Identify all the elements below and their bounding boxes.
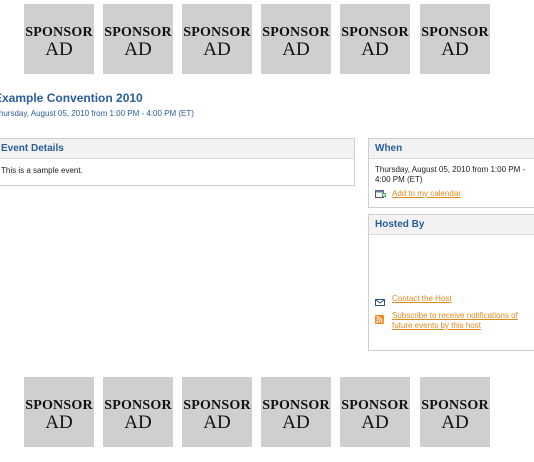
sponsor-ad[interactable]: SPONSOR AD: [24, 4, 94, 74]
sponsor-ad[interactable]: SPONSOR AD: [182, 4, 252, 74]
when-header: When: [369, 139, 534, 159]
sponsor-ad[interactable]: SPONSOR AD: [340, 4, 410, 74]
sponsor-ad-line1: SPONSOR: [104, 398, 172, 413]
sponsor-ad-line2: AD: [124, 412, 152, 433]
sponsor-ad-line2: AD: [282, 412, 310, 433]
sponsor-ad-line1: SPONSOR: [421, 25, 489, 40]
contact-host-link[interactable]: Contact the Host: [392, 294, 452, 304]
add-to-calendar-link[interactable]: Add to my calendar: [392, 189, 461, 199]
sponsor-ad-line1: SPONSOR: [183, 25, 251, 40]
sponsor-ad[interactable]: SPONSOR AD: [420, 4, 490, 74]
sponsor-ad[interactable]: SPONSOR AD: [103, 377, 173, 447]
sponsor-ad-line1: SPONSOR: [341, 398, 409, 413]
sponsor-ad-line1: SPONSOR: [421, 398, 489, 413]
sponsor-ad-line2: AD: [441, 39, 469, 60]
hosted-by-header: Hosted By: [369, 215, 534, 235]
event-title: Example Convention 2010: [0, 91, 143, 105]
sponsor-ad-line2: AD: [45, 39, 73, 60]
sponsor-ad[interactable]: SPONSOR AD: [261, 4, 331, 74]
rss-icon[interactable]: [375, 311, 386, 324]
sponsor-ad-line2: AD: [124, 39, 152, 60]
calendar-add-icon[interactable]: [375, 189, 386, 198]
bottom-sponsor-row: SPONSOR AD SPONSOR AD SPONSOR AD SPONSOR AD …: [0, 377, 534, 447]
sponsor-ad[interactable]: SPONSOR AD: [24, 377, 94, 447]
when-date-line2: 4:00 PM (ET): [375, 175, 423, 184]
top-sponsor-row: SPONSOR AD SPONSOR AD SPONSOR AD SPONSOR AD …: [0, 4, 534, 74]
sponsor-ad-line2: AD: [45, 412, 73, 433]
sponsor-ad-line1: SPONSOR: [25, 398, 93, 413]
event-date: Thursday, August 05, 2010 from 1:00 PM -…: [0, 109, 194, 118]
sponsor-ad-line2: AD: [282, 39, 310, 60]
subscribe-line1: Subscribe to receive notifications of: [392, 311, 518, 320]
sponsor-ad[interactable]: SPONSOR AD: [103, 4, 173, 74]
sponsor-ad-line2: AD: [203, 39, 231, 60]
sponsor-ad-line1: SPONSOR: [341, 25, 409, 40]
event-details-panel: Event Details This is a sample event.: [0, 138, 355, 186]
sponsor-ad-line2: AD: [361, 412, 389, 433]
sponsor-ad-line2: AD: [441, 412, 469, 433]
hosted-by-panel: Hosted By Contact the Host Subscribe to …: [368, 214, 534, 351]
subscribe-line2: future events by this host: [392, 321, 481, 330]
sponsor-ad-line2: AD: [203, 412, 231, 433]
sponsor-ad[interactable]: SPONSOR AD: [340, 377, 410, 447]
sponsor-ad-line1: SPONSOR: [183, 398, 251, 413]
sponsor-ad-line1: SPONSOR: [25, 25, 93, 40]
event-description: This is a sample event.: [1, 166, 83, 175]
sponsor-ad-line1: SPONSOR: [262, 398, 330, 413]
sponsor-ad-line1: SPONSOR: [262, 25, 330, 40]
event-details-header: Event Details: [0, 139, 354, 159]
when-panel: When Thursday, August 05, 2010 from 1:00…: [368, 138, 534, 208]
sponsor-ad-line2: AD: [361, 39, 389, 60]
sponsor-ad[interactable]: SPONSOR AD: [261, 377, 331, 447]
when-date-line1: Thursday, August 05, 2010 from 1:00 PM -: [375, 165, 526, 174]
sponsor-ad[interactable]: SPONSOR AD: [420, 377, 490, 447]
sponsor-ad-line1: SPONSOR: [104, 25, 172, 40]
subscribe-host-link[interactable]: Subscribe to receive notifications of fu…: [392, 311, 518, 331]
envelope-icon[interactable]: [375, 294, 386, 306]
sponsor-ad[interactable]: SPONSOR AD: [182, 377, 252, 447]
